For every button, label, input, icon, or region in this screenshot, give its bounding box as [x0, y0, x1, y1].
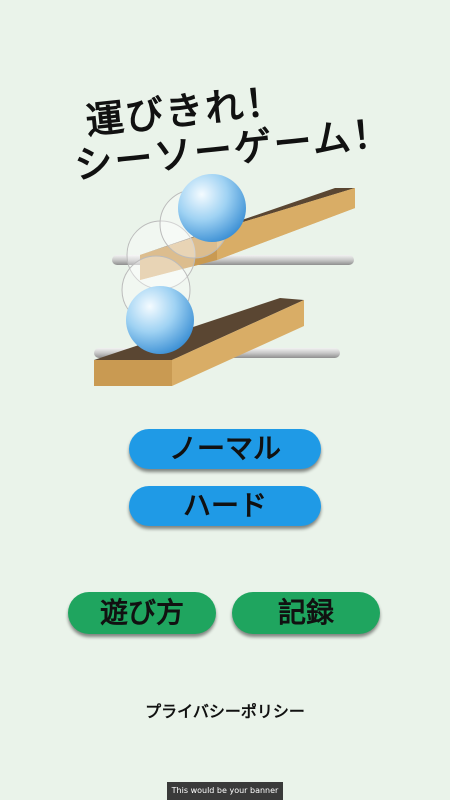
how-to-play-button[interactable]: 遊び方 [68, 592, 216, 634]
lower-plank [94, 298, 304, 386]
hard-mode-button[interactable]: ハード [129, 486, 321, 526]
ad-banner[interactable]: This would be your banner [167, 782, 283, 800]
normal-mode-button[interactable]: ノーマル [129, 429, 321, 469]
privacy-policy-link[interactable]: プライバシーポリシー [0, 698, 450, 722]
seesaw-illustration [94, 174, 355, 386]
records-button[interactable]: 記録 [232, 592, 380, 634]
